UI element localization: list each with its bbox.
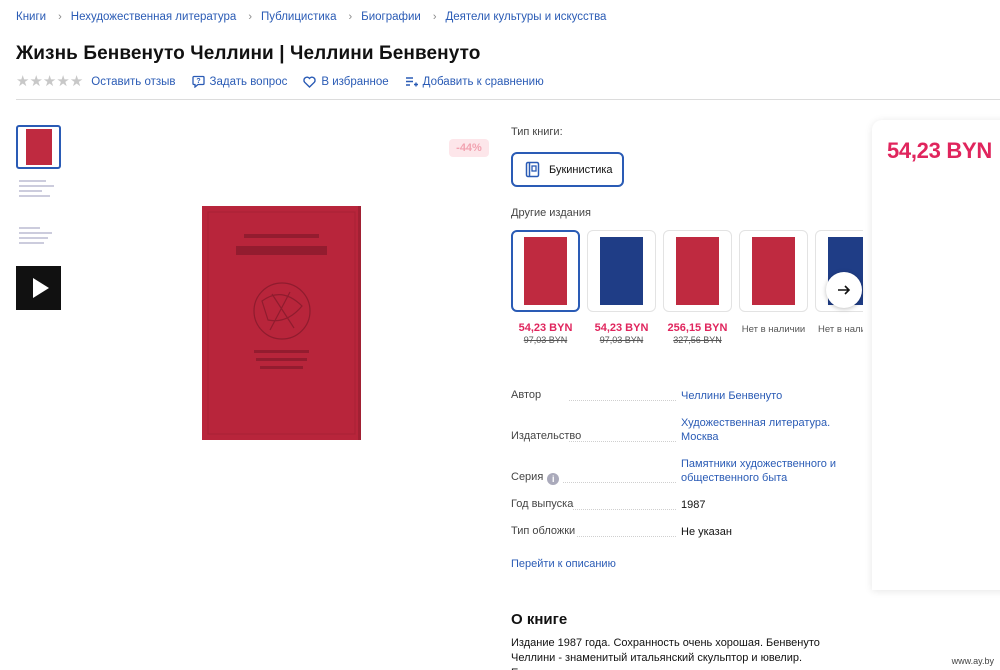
chevron-right-icon: › <box>248 11 252 23</box>
spec-leader <box>569 441 676 442</box>
edition-card[interactable]: Нет в наличии <box>739 230 808 335</box>
thumbnail-page[interactable] <box>16 219 61 263</box>
edition-image <box>587 230 656 312</box>
spec-key: Тип обложки <box>511 525 576 537</box>
add-to-favorites-label: В избранное <box>321 75 389 88</box>
series-key-label: Серия <box>511 471 544 483</box>
add-to-compare-link[interactable]: Добавить к сравнению <box>405 76 544 88</box>
current-price: 54,23 BYN <box>887 138 992 163</box>
go-to-description-link[interactable]: Перейти к описанию <box>511 558 616 570</box>
ask-question-label: Задать вопрос <box>209 75 288 88</box>
chevron-right-icon: › <box>348 11 353 23</box>
book-cover-thumbnail <box>25 129 52 165</box>
thumbnail-video[interactable] <box>16 266 61 310</box>
publisher-link[interactable]: Художественная литература. Москва <box>681 416 846 444</box>
other-editions-label: Другие издания <box>511 207 591 219</box>
star-icon[interactable]: ★ <box>56 74 69 89</box>
edition-cover <box>600 237 643 305</box>
book-icon <box>525 161 541 178</box>
leave-review-label: Оставить отзыв <box>91 75 176 88</box>
thumbnail-cover[interactable] <box>16 125 61 169</box>
question-icon: ? <box>191 75 205 88</box>
chevron-right-icon: › <box>58 11 62 23</box>
book-type-label: Тип книги: <box>511 126 563 138</box>
product-actions: ★ ★ ★ ★ ★ Оставить отзыв ? Задать вопрос… <box>16 74 560 89</box>
book-type-value: Букинистика <box>549 163 613 176</box>
ask-question-link[interactable]: ? Задать вопрос <box>191 75 288 88</box>
series-link[interactable]: Памятники художественного и общественног… <box>681 457 846 485</box>
watermark: www.ay.by <box>951 656 994 666</box>
carousel-next-button[interactable] <box>826 272 862 308</box>
leave-review-link[interactable]: Оставить отзыв <box>91 76 175 88</box>
rating-stars[interactable]: ★ ★ ★ ★ ★ <box>16 74 83 89</box>
cover-type-value: Не указан <box>681 526 732 538</box>
edition-card[interactable]: 256,15 BYN 327,56 BYN <box>663 230 732 345</box>
spec-leader <box>573 509 676 510</box>
spec-key: Автор <box>511 389 542 401</box>
breadcrumb: Книги › Нехудожественная литература › Пу… <box>16 11 606 23</box>
chevron-right-icon: › <box>432 11 437 23</box>
arrow-right-icon <box>837 284 851 296</box>
spec-leader <box>577 536 676 537</box>
spec-key: Серия i <box>511 471 560 485</box>
compare-icon <box>405 76 418 88</box>
add-to-compare-label: Добавить к сравнению <box>422 75 544 88</box>
page-title: Жизнь Бенвенуто Челлини | Челлини Бенвен… <box>16 43 481 64</box>
edition-price: 256,15 BYN <box>667 322 728 334</box>
edition-image <box>663 230 732 312</box>
year-value: 1987 <box>681 499 706 511</box>
spec-leader <box>569 400 676 401</box>
breadcrumb-item[interactable]: Публицистика <box>261 11 336 23</box>
page-preview <box>17 174 60 214</box>
info-icon[interactable]: i <box>547 473 560 485</box>
heart-icon <box>303 76 317 88</box>
edition-price: 54,23 BYN <box>518 322 573 334</box>
edition-cover <box>524 237 567 305</box>
about-book-title: О книге <box>511 611 568 628</box>
edition-price: 54,23 BYN <box>594 322 649 334</box>
spec-key: Год выпуска <box>511 498 574 510</box>
editions-carousel: 54,23 BYN 97,03 BYN 54,23 BYN 97,03 BYN … <box>511 230 863 350</box>
price-panel: 54,23 BYN <box>872 120 1000 590</box>
thumbnail-page[interactable] <box>16 172 61 216</box>
play-icon <box>32 278 49 298</box>
edition-status: Нет в наличии <box>818 324 863 335</box>
svg-text:?: ? <box>196 78 200 85</box>
star-icon[interactable]: ★ <box>29 74 42 89</box>
edition-cover <box>752 237 795 305</box>
breadcrumb-item[interactable]: Биографии <box>361 11 421 23</box>
image-thumbnails <box>16 125 62 313</box>
breadcrumb-item[interactable]: Деятели культуры и искусства <box>446 11 607 23</box>
about-book-text: Издание 1987 года. Сохранность очень хор… <box>511 637 820 670</box>
star-icon[interactable]: ★ <box>16 74 29 89</box>
edition-image <box>739 230 808 312</box>
divider <box>16 99 1000 100</box>
edition-image <box>511 230 580 312</box>
book-type-option[interactable]: Букинистика <box>511 152 624 187</box>
star-icon[interactable]: ★ <box>70 74 83 89</box>
author-link[interactable]: Челлини Бенвенуто <box>681 389 846 403</box>
breadcrumb-item[interactable]: Нехудожественная литература <box>71 11 237 23</box>
main-book-cover[interactable] <box>202 206 361 440</box>
edition-old-price: 327,56 BYN <box>673 335 722 345</box>
star-icon[interactable]: ★ <box>43 74 56 89</box>
edition-card[interactable]: 54,23 BYN 97,03 BYN <box>587 230 656 345</box>
edition-card[interactable]: 54,23 BYN 97,03 BYN <box>511 230 580 345</box>
edition-old-price: 97,03 BYN <box>523 335 568 345</box>
spec-leader <box>563 482 676 483</box>
page-preview <box>17 221 60 261</box>
discount-badge: -44% <box>449 139 489 157</box>
add-to-favorites-link[interactable]: В избранное <box>303 75 389 88</box>
edition-cover <box>676 237 719 305</box>
edition-status: Нет в наличии <box>741 324 806 335</box>
edition-old-price: 97,03 BYN <box>599 335 644 345</box>
breadcrumb-item[interactable]: Книги <box>16 11 46 23</box>
